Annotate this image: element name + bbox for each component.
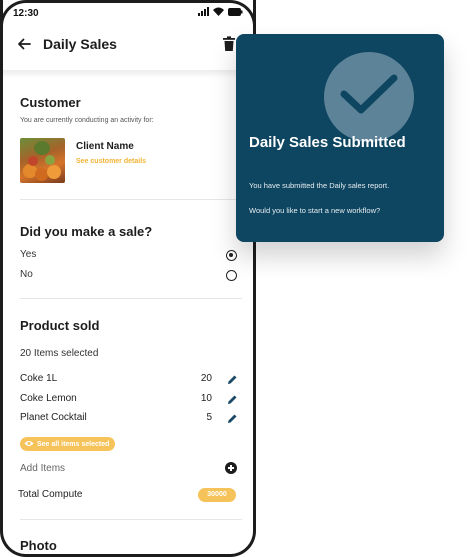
back-arrow-icon[interactable] xyxy=(16,36,32,52)
status-time: 12:30 xyxy=(13,8,39,19)
product-qty: 20 xyxy=(200,373,212,384)
trash-icon[interactable] xyxy=(222,36,236,52)
see-all-items-button[interactable]: See all items selected xyxy=(20,437,116,451)
success-question: Would you like to start a new workflow? xyxy=(249,206,381,215)
photo-section-title: Photo xyxy=(20,538,57,553)
check-badge xyxy=(324,52,414,142)
wifi-icon xyxy=(213,7,224,16)
product-row: Coke Lemon 10 xyxy=(20,393,240,407)
sale-question-title: Did you make a sale? xyxy=(20,224,153,239)
divider xyxy=(20,199,242,200)
client-name: Client Name xyxy=(76,141,134,152)
divider xyxy=(20,298,242,299)
battery-icon xyxy=(228,7,243,16)
radio-yes[interactable] xyxy=(226,250,237,261)
product-name: Planet Cocktail xyxy=(20,412,87,423)
app-bar: Daily Sales xyxy=(3,24,253,68)
status-icons xyxy=(198,7,243,16)
see-customer-details-link[interactable]: See customer details xyxy=(76,158,146,165)
check-icon xyxy=(340,74,398,114)
page-title: Daily Sales xyxy=(43,36,117,52)
plus-circle-icon[interactable] xyxy=(225,462,237,474)
product-row: Planet Cocktail 5 xyxy=(20,412,240,426)
product-row: Coke 1L 20 xyxy=(20,373,240,387)
pencil-icon[interactable] xyxy=(227,394,238,405)
status-bar: 12:30 xyxy=(3,0,253,24)
success-card: Daily Sales Submitted You have submitted… xyxy=(236,34,444,242)
product-qty: 10 xyxy=(200,393,212,404)
see-all-items-label: See all items selected xyxy=(37,440,110,448)
eye-icon xyxy=(24,440,34,449)
divider xyxy=(20,519,242,520)
items-selected-count: 20 Items selected xyxy=(20,348,99,359)
total-compute-label: Total Compute xyxy=(18,489,83,500)
product-name: Coke 1L xyxy=(20,373,58,384)
product-sold-title: Product sold xyxy=(20,318,100,333)
app-bar-shadow xyxy=(3,70,253,78)
add-items-label[interactable]: Add Items xyxy=(20,463,65,474)
product-qty: 5 xyxy=(206,412,212,423)
pencil-icon[interactable] xyxy=(227,413,238,424)
product-name: Coke Lemon xyxy=(20,393,77,404)
customer-section-title: Customer xyxy=(20,95,81,110)
phone-frame: 12:30 Daily Sales Customer You are curre… xyxy=(0,0,256,557)
success-message: You have submitted the Daily sales repor… xyxy=(249,181,390,190)
signal-icon xyxy=(198,7,209,16)
pencil-icon[interactable] xyxy=(227,374,238,385)
radio-no[interactable] xyxy=(226,270,237,281)
option-yes-label[interactable]: Yes xyxy=(20,249,36,260)
customer-subtitle: You are currently conducting an activity… xyxy=(20,117,154,124)
client-photo xyxy=(20,138,65,183)
success-title: Daily Sales Submitted xyxy=(249,134,406,151)
total-compute-badge: 30000 xyxy=(198,488,236,502)
option-no-label[interactable]: No xyxy=(20,269,33,280)
